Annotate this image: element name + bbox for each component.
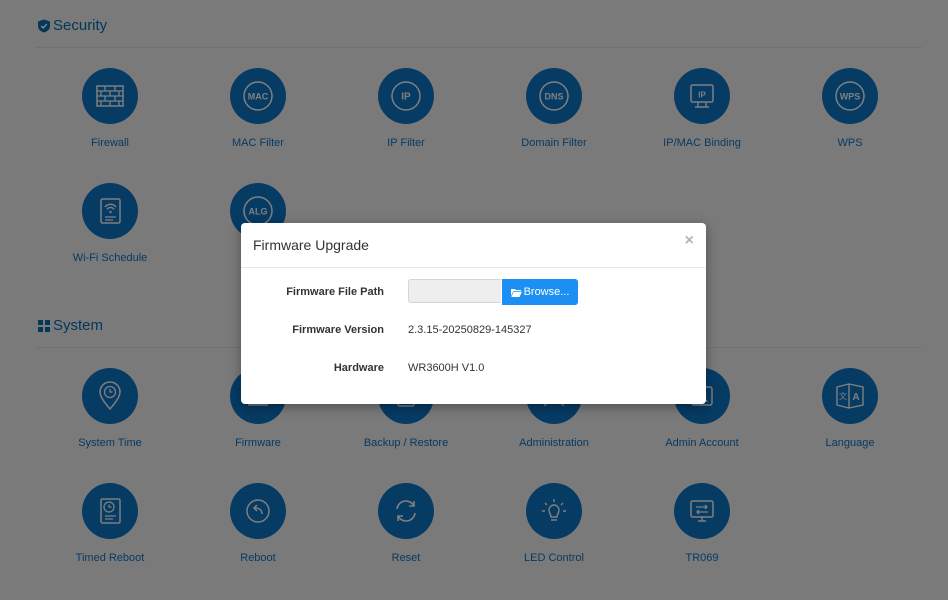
firmware-upgrade-dialog: Firmware Upgrade × Firmware File Path Br… (241, 223, 706, 404)
firmware-version-label: Firmware Version (292, 324, 384, 336)
close-icon[interactable]: × (685, 233, 694, 249)
file-path-label: Firmware File Path (286, 286, 384, 298)
hardware-value: WR3600H V1.0 (408, 362, 485, 374)
dialog-header: Firmware Upgrade × (241, 223, 706, 268)
folder-open-icon (510, 288, 522, 297)
hardware-label: Hardware (333, 362, 384, 374)
browse-label: Browse... (523, 286, 570, 298)
firmware-file-input[interactable] (408, 279, 501, 303)
firmware-version-value: 2.3.15-20250829-145327 (408, 324, 532, 336)
dialog-title: Firmware Upgrade (253, 237, 369, 253)
browse-button[interactable]: Browse... (502, 279, 578, 305)
